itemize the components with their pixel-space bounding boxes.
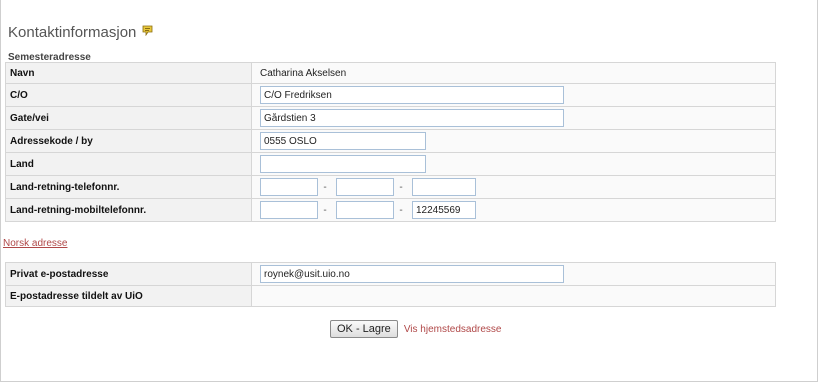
row-telefon: Land-retning-telefonnr. - -	[5, 175, 776, 199]
dash-separator: -	[399, 181, 403, 193]
vis-hjemstedsadresse-link[interactable]: Vis hjemstedsadresse	[404, 324, 502, 335]
help-speech-bubble-icon[interactable]	[142, 25, 153, 36]
label-telefon: Land-retning-telefonnr.	[5, 175, 252, 199]
telefon-retning-input[interactable]	[336, 178, 394, 196]
row-adressekode: Adressekode / by	[5, 129, 776, 153]
dash-separator: -	[323, 181, 327, 193]
co-input[interactable]	[260, 86, 564, 104]
label-navn: Navn	[5, 62, 252, 84]
label-privat-epost: Privat e-postadresse	[5, 262, 252, 286]
row-co: C/O	[5, 83, 776, 107]
mobil-retning-input[interactable]	[336, 201, 394, 219]
dash-separator: -	[399, 204, 403, 216]
label-mobil: Land-retning-mobiltelefonnr.	[5, 198, 252, 222]
label-adressekode: Adressekode / by	[5, 129, 252, 153]
dash-separator: -	[323, 204, 327, 216]
page-title: Kontaktinformasjon	[8, 24, 137, 41]
row-mobil: Land-retning-mobiltelefonnr. - -	[5, 198, 776, 222]
mobil-nummer-input[interactable]	[412, 201, 476, 219]
adressekode-input[interactable]	[260, 132, 426, 150]
gate-input[interactable]	[260, 109, 564, 127]
row-gate: Gate/vei	[5, 106, 776, 130]
row-navn: Navn Catharina Akselsen	[5, 62, 776, 84]
save-button[interactable]: OK - Lagre	[330, 320, 398, 338]
label-uio-epost: E-postadresse tildelt av UiO	[5, 285, 252, 307]
page-title-block: Kontaktinformasjon	[8, 24, 153, 41]
label-co: C/O	[5, 83, 252, 107]
telefon-land-input[interactable]	[260, 178, 318, 196]
row-privat-epost: Privat e-postadresse	[5, 262, 776, 286]
telefon-nummer-input[interactable]	[412, 178, 476, 196]
row-uio-epost: E-postadresse tildelt av UiO	[5, 285, 776, 307]
value-navn: Catharina Akselsen	[260, 67, 347, 79]
form-actions: OK - Lagre Vis hjemstedsadresse	[330, 320, 501, 338]
label-land: Land	[5, 152, 252, 176]
mobil-land-input[interactable]	[260, 201, 318, 219]
email-table: Privat e-postadresse E-postadresse tilde…	[5, 262, 776, 307]
privat-epost-input[interactable]	[260, 265, 564, 283]
land-input[interactable]	[260, 155, 426, 173]
value-uio-epost	[256, 291, 260, 302]
label-gate: Gate/vei	[5, 106, 252, 130]
norsk-adresse-link[interactable]: Norsk adresse	[3, 238, 67, 249]
semester-address-table: Navn Catharina Akselsen C/O Gate/vei Adr…	[5, 62, 776, 222]
row-land: Land	[5, 152, 776, 176]
